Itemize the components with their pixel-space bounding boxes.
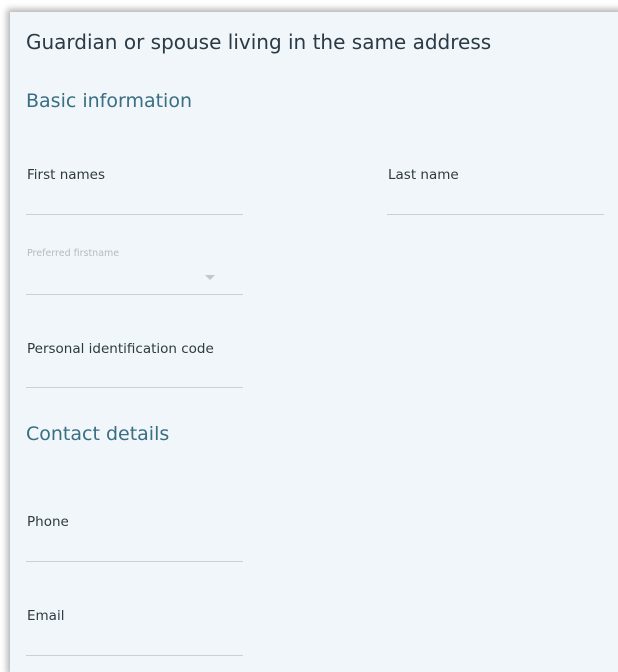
preferred-firstname-label: Preferred firstname bbox=[27, 248, 120, 259]
phone-field[interactable]: Phone bbox=[26, 514, 243, 562]
first-names-input[interactable] bbox=[26, 192, 243, 212]
phone-input[interactable] bbox=[26, 539, 243, 559]
last-name-input[interactable] bbox=[387, 192, 604, 212]
first-names-label: First names bbox=[27, 167, 106, 183]
email-label: Email bbox=[27, 608, 65, 624]
form-title: Guardian or spouse living in the same ad… bbox=[26, 30, 492, 54]
personal-id-input[interactable] bbox=[26, 365, 243, 385]
first-names-field[interactable]: First names bbox=[26, 167, 243, 215]
section-basic-information: Basic information bbox=[26, 90, 192, 112]
chevron-down-icon[interactable] bbox=[205, 275, 215, 280]
phone-label: Phone bbox=[27, 514, 69, 530]
section-contact-details: Contact details bbox=[26, 423, 170, 445]
email-input[interactable] bbox=[26, 633, 243, 653]
personal-id-label: Personal identification code bbox=[27, 341, 214, 357]
preferred-firstname-select[interactable]: Preferred firstname bbox=[26, 248, 243, 295]
window: Guardian or spouse living in the same ad… bbox=[0, 0, 618, 672]
email-field[interactable]: Email bbox=[26, 608, 243, 656]
personal-id-field[interactable]: Personal identification code bbox=[26, 341, 243, 388]
last-name-field[interactable]: Last name bbox=[387, 167, 604, 215]
last-name-label: Last name bbox=[388, 167, 459, 183]
guardian-form-panel: Guardian or spouse living in the same ad… bbox=[10, 12, 618, 672]
